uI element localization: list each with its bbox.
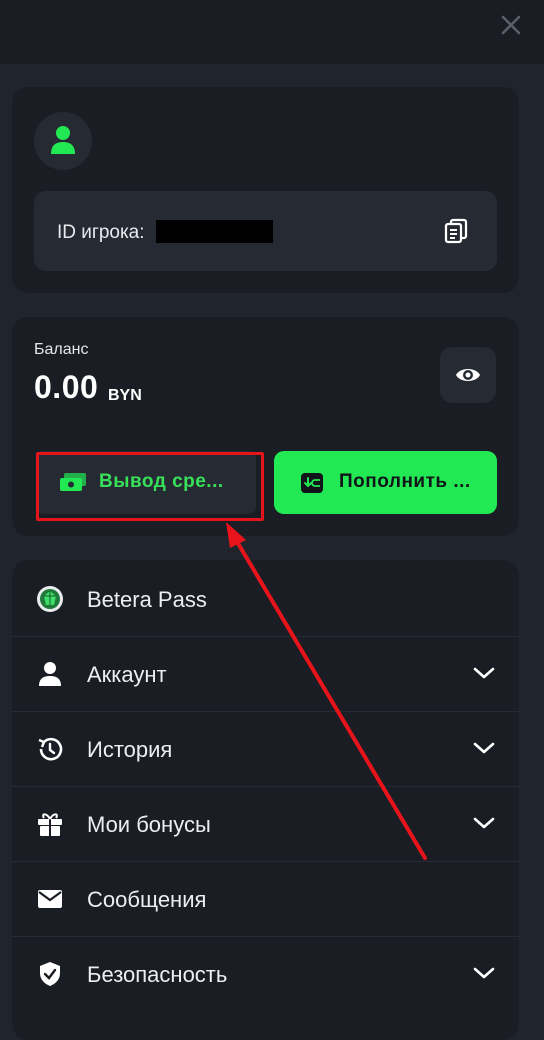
balance-label: Баланс (34, 341, 89, 358)
user-icon (39, 662, 61, 686)
menu-item-label: Мои бонусы (87, 812, 211, 837)
menu-item-bonuses[interactable]: Мои бонусы (12, 787, 519, 862)
history-icon (38, 737, 63, 761)
profile-card: ID игрока: (12, 87, 519, 293)
eye-icon (456, 369, 480, 381)
menu-item-label: Аккаунт (87, 662, 167, 687)
top-bar (0, 0, 544, 64)
gift-icon (38, 813, 62, 836)
close-icon[interactable] (494, 8, 528, 42)
chevron-down-icon (473, 667, 495, 679)
player-id-label: ID игрока: (57, 222, 145, 243)
menu-card: Betera Pass Аккаунт История Мои бонусы С… (12, 560, 519, 1040)
chevron-down-icon (473, 817, 495, 829)
user-icon (51, 126, 75, 154)
player-id-box: ID игрока: (34, 191, 497, 271)
avatar[interactable] (34, 112, 92, 170)
menu-item-betera-pass[interactable]: Betera Pass (12, 562, 519, 637)
menu-item-security[interactable]: Безопасность (12, 937, 519, 1011)
menu-item-label: Сообщения (87, 887, 207, 912)
copy-icon[interactable] (443, 218, 469, 244)
wallet-icon (301, 473, 323, 493)
mail-icon (38, 890, 62, 908)
deposit-label: Пополнить ... (339, 471, 471, 492)
betera-pass-icon (37, 586, 63, 612)
shield-icon (40, 962, 60, 986)
menu-item-label: Безопасность (87, 962, 228, 987)
menu-item-messages[interactable]: Сообщения (12, 862, 519, 937)
chevron-down-icon (473, 967, 495, 979)
menu-item-history[interactable]: История (12, 712, 519, 787)
menu-item-account[interactable]: Аккаунт (12, 637, 519, 712)
player-id-redacted (156, 220, 273, 243)
balance-amount: 0.00 (34, 369, 99, 405)
annotation-highlight-box (36, 452, 264, 521)
chevron-down-icon (473, 742, 495, 754)
deposit-button[interactable]: Пополнить ... (274, 451, 497, 514)
balance-currency: BYN (108, 387, 142, 404)
menu-item-label: История (87, 737, 173, 762)
toggle-balance-visibility-button[interactable] (440, 347, 496, 403)
menu-item-label: Betera Pass (87, 587, 207, 612)
